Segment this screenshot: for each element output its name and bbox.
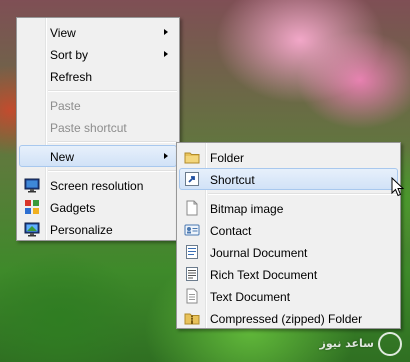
submenu-item-text-document[interactable]: Text Document	[179, 285, 398, 307]
contact-icon	[184, 222, 200, 238]
submenu-item-label: Journal Document	[210, 246, 308, 260]
menu-separator	[48, 141, 177, 143]
submenu-item-label: Contact	[210, 224, 252, 238]
submenu-arrow-icon	[164, 51, 168, 57]
menu-item-label: Paste shortcut	[50, 121, 127, 135]
submenu-item-rich-text-document[interactable]: Rich Text Document	[179, 263, 398, 285]
menu-item-sort-by[interactable]: Sort by	[19, 43, 177, 65]
menu-item-screen-resolution[interactable]: Screen resolution	[19, 174, 177, 196]
submenu-item-folder[interactable]: Folder	[179, 146, 398, 168]
folder-icon	[184, 149, 200, 165]
menu-item-label: New	[50, 150, 75, 164]
menu-item-new[interactable]: New	[19, 145, 177, 167]
menu-item-paste-shortcut[interactable]: Paste shortcut	[19, 116, 177, 138]
screen-resolution-icon	[24, 177, 40, 193]
bitmap-image-icon	[184, 200, 200, 216]
personalize-icon	[24, 221, 40, 237]
submenu-item-label: Rich Text Document	[210, 268, 318, 282]
menu-item-personalize[interactable]: Personalize	[19, 218, 177, 240]
watermark-text: ساعد نیوز	[319, 337, 375, 350]
menu-separator	[208, 193, 398, 195]
menu-item-paste[interactable]: Paste	[19, 94, 177, 116]
submenu-item-contact[interactable]: Contact	[179, 219, 398, 241]
text-document-icon	[184, 288, 200, 304]
new-submenu: Folder Shortcut Bitmap image Contact Jou…	[176, 142, 401, 329]
submenu-item-label: Text Document	[210, 290, 291, 304]
menu-item-refresh[interactable]: Refresh	[19, 65, 177, 87]
menu-item-label: Refresh	[50, 70, 93, 84]
watermark-logo: ساعد نیوز	[319, 332, 402, 356]
menu-item-label: View	[50, 26, 76, 40]
submenu-arrow-icon	[164, 153, 168, 159]
submenu-item-journal-document[interactable]: Journal Document	[179, 241, 398, 263]
mouse-pointer-icon	[391, 177, 405, 197]
shortcut-icon	[184, 171, 200, 187]
rich-text-document-icon	[184, 266, 200, 282]
journal-document-icon	[184, 244, 200, 260]
menu-item-label: Sort by	[50, 48, 89, 62]
submenu-item-label: Compressed (zipped) Folder	[210, 312, 363, 326]
menu-item-gadgets[interactable]: Gadgets	[19, 196, 177, 218]
menu-separator	[48, 170, 177, 172]
desktop-context-menu: View Sort by Refresh Paste Paste shortcu…	[16, 17, 180, 241]
submenu-arrow-icon	[164, 29, 168, 35]
submenu-item-bitmap-image[interactable]: Bitmap image	[179, 197, 398, 219]
menu-item-label: Gadgets	[50, 201, 96, 215]
zipped-folder-icon	[184, 310, 200, 326]
menu-separator	[48, 90, 177, 92]
submenu-item-shortcut[interactable]: Shortcut	[179, 168, 398, 190]
menu-item-label: Paste	[50, 99, 81, 113]
watermark-circle-icon	[378, 332, 402, 356]
submenu-item-label: Bitmap image	[210, 202, 284, 216]
menu-item-view[interactable]: View	[19, 21, 177, 43]
submenu-item-zipped-folder[interactable]: Compressed (zipped) Folder	[179, 307, 398, 329]
submenu-item-label: Shortcut	[210, 173, 255, 187]
gadgets-icon	[24, 199, 40, 215]
submenu-item-label: Folder	[210, 151, 245, 165]
menu-item-label: Personalize	[50, 223, 113, 237]
menu-item-label: Screen resolution	[50, 179, 144, 193]
